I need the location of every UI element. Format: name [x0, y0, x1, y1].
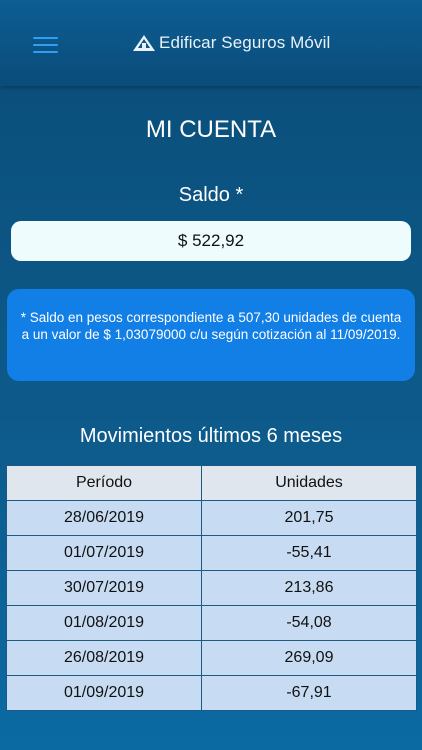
hamburger-menu-icon[interactable]: [33, 37, 58, 53]
saldo-info-box: * Saldo en pesos correspondiente a 507,3…: [7, 289, 415, 381]
building-logo-icon: [133, 35, 155, 51]
cell-unidades: 201,75: [201, 500, 417, 536]
table-row: 01/09/2019 -67,91: [6, 675, 417, 711]
cell-periodo: 01/07/2019: [6, 535, 202, 571]
cell-periodo: 30/07/2019: [6, 570, 202, 606]
table-row: 30/07/2019 213,86: [6, 570, 417, 606]
table-row: 01/07/2019 -55,41: [6, 535, 417, 571]
saldo-info-text: * Saldo en pesos correspondiente a 507,3…: [20, 310, 402, 342]
saldo-label: Saldo *: [178, 184, 244, 206]
page-title: MI CUENTA: [145, 116, 277, 143]
app-title: Edificar Seguros Móvil: [159, 33, 331, 52]
cell-unidades: -54,08: [201, 605, 417, 641]
table-header-row: Período Unidades: [6, 465, 417, 501]
brand: Edificar Seguros Móvil: [133, 33, 330, 53]
cell-unidades: -55,41: [201, 535, 417, 571]
table-row: 28/06/2019 201,75: [6, 500, 417, 536]
cell-unidades: 213,86: [201, 570, 417, 606]
cell-periodo: 26/08/2019: [6, 640, 202, 676]
movimientos-title: Movimientos últimos 6 meses: [79, 425, 343, 447]
saldo-value: $ 522,92: [177, 231, 245, 250]
cell-unidades: -67,91: [201, 675, 417, 711]
cell-periodo: 28/06/2019: [6, 500, 202, 536]
cell-periodo: 01/08/2019: [6, 605, 202, 641]
table-row: 01/08/2019 -54,08: [6, 605, 417, 641]
saldo-value-box: $ 522,92: [11, 221, 411, 261]
app-header: Edificar Seguros Móvil: [0, 0, 422, 86]
cell-periodo: 01/09/2019: [6, 675, 202, 711]
movimientos-table: Período Unidades 28/06/2019 201,75 01/07…: [6, 465, 417, 711]
cell-unidades: 269,09: [201, 640, 417, 676]
column-header-unidades: Unidades: [201, 465, 417, 501]
table-row: 26/08/2019 269,09: [6, 640, 417, 676]
column-header-periodo: Período: [6, 465, 202, 501]
